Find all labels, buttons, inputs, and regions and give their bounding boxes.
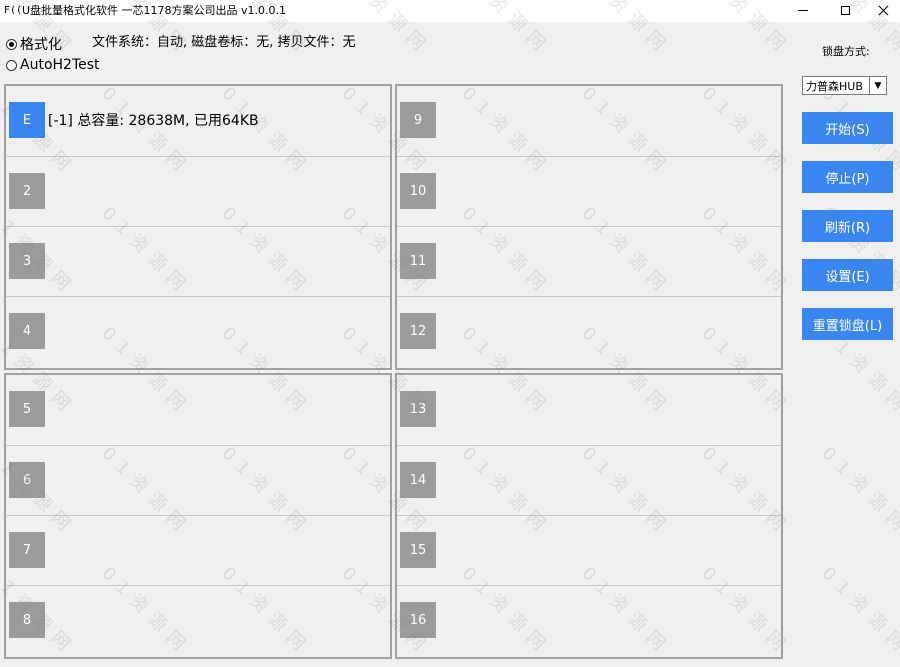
slot-badge: 4 — [9, 313, 45, 349]
slot-badge: 14 — [400, 462, 436, 498]
watermark-text: 01资源网 — [817, 562, 900, 661]
slot[interactable]: 4 — [6, 296, 390, 366]
slot[interactable]: 5 — [6, 375, 390, 445]
slot-badge: 8 — [9, 602, 45, 638]
slot-badge: 10 — [400, 173, 436, 209]
slot-badge: 3 — [9, 243, 45, 279]
slot-group-1: E [-1] 总容量: 28638M, 已用64KB 2 3 4 — [4, 84, 392, 370]
slot-badge: 15 — [400, 532, 436, 568]
slot-badge: 11 — [400, 243, 436, 279]
slot-badge: 2 — [9, 173, 45, 209]
slot-badge: 7 — [9, 532, 45, 568]
slot[interactable]: 2 — [6, 156, 390, 226]
slot[interactable]: 11 — [397, 226, 781, 296]
slot-badge: 9 — [400, 102, 436, 138]
lock-mode-select[interactable]: 力普森HUB ▼ — [802, 76, 887, 95]
slot-badge: 5 — [9, 391, 45, 427]
slot-badge: 12 — [400, 313, 436, 349]
lock-mode-value: 力普森HUB — [806, 79, 863, 93]
reset-lock-button[interactable]: 重置锁盘(L) — [802, 308, 893, 340]
close-icon — [878, 5, 889, 16]
watermark-text: 01资源网 — [817, 442, 900, 541]
slot[interactable]: 8 — [6, 585, 390, 655]
filesystem-info: 文件系统：自动, 磁盘卷标：无, 拷贝文件：无 — [92, 35, 356, 50]
slot[interactable]: 10 — [397, 156, 781, 226]
slot[interactable]: 9 — [397, 86, 781, 156]
slot-group-2: 9 10 11 12 — [395, 84, 783, 370]
slot-badge: 6 — [9, 462, 45, 498]
slot[interactable]: E [-1] 总容量: 28638M, 已用64KB — [6, 86, 390, 156]
slot-badge: E — [9, 102, 45, 138]
app-icon: F(( — [4, 5, 23, 16]
chevron-down-icon: ▼ — [869, 77, 886, 94]
title-bar: F(( U盘批量格式化软件 一芯1178方案公司出品 v1.0.0.1 — [0, 0, 900, 22]
radio-checked-icon — [6, 38, 17, 50]
maximize-icon — [840, 5, 850, 15]
radio-autoh2test-label: AutoH2Test — [20, 57, 100, 73]
radio-unchecked-icon — [6, 59, 17, 71]
radio-format[interactable]: 格式化 — [6, 34, 62, 54]
window-title: U盘批量格式化软件 一芯1178方案公司出品 v1.0.0.1 — [22, 4, 287, 17]
stop-button[interactable]: 停止(P) — [802, 161, 893, 193]
maximize-button[interactable] — [826, 0, 864, 20]
slot-badge: 16 — [400, 602, 436, 638]
lock-mode-label: 锁盘方式: — [822, 45, 870, 58]
slot[interactable]: 12 — [397, 296, 781, 366]
settings-button[interactable]: 设置(E) — [802, 259, 893, 291]
refresh-button[interactable]: 刷新(R) — [802, 210, 893, 242]
slot-info: [-1] 总容量: 28638M, 已用64KB — [48, 113, 259, 129]
minimize-button[interactable] — [784, 0, 822, 20]
slot[interactable]: 13 — [397, 375, 781, 445]
radio-autoh2test[interactable]: AutoH2Test — [6, 57, 100, 73]
slot[interactable]: 3 — [6, 226, 390, 296]
slot-group-4: 13 14 15 16 — [395, 373, 783, 659]
minimize-icon — [798, 9, 808, 11]
slot[interactable]: 15 — [397, 515, 781, 585]
radio-format-label: 格式化 — [20, 37, 62, 53]
slot-badge: 13 — [400, 391, 436, 427]
start-button[interactable]: 开始(S) — [802, 112, 893, 144]
slot[interactable]: 16 — [397, 585, 781, 655]
close-button[interactable] — [864, 0, 900, 20]
slot[interactable]: 7 — [6, 515, 390, 585]
slot-group-3: 5 6 7 8 — [4, 373, 392, 659]
slot[interactable]: 6 — [6, 445, 390, 515]
slot[interactable]: 14 — [397, 445, 781, 515]
